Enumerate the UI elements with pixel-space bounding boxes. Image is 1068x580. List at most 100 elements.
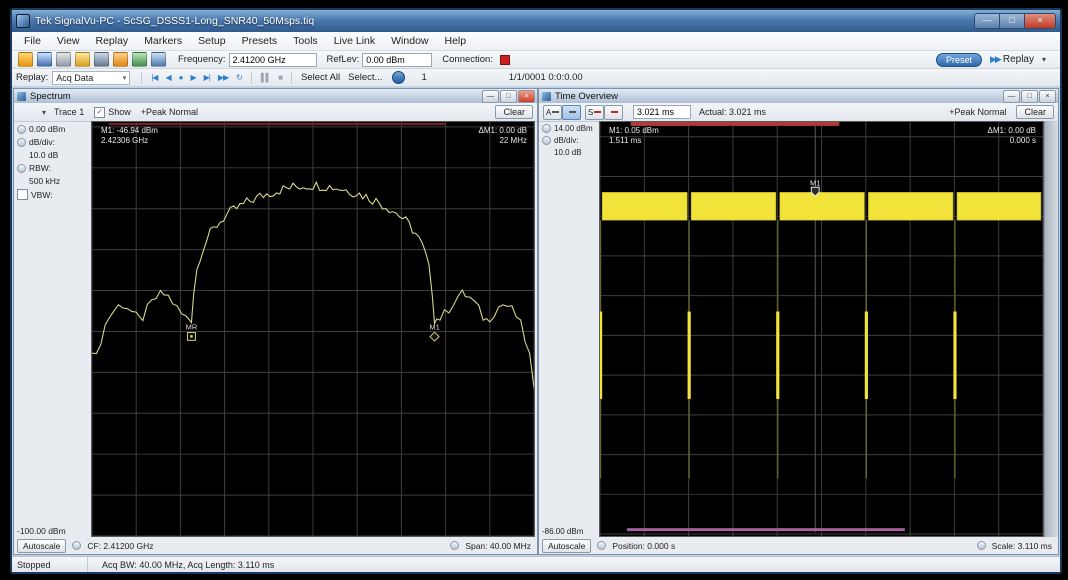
print-icon[interactable]: [56, 52, 71, 67]
replay-count: 1: [421, 72, 426, 83]
rbw-value[interactable]: 500 kHz: [29, 176, 60, 186]
db-div-spinner[interactable]: [17, 138, 26, 147]
maximize-icon[interactable]: □: [500, 90, 517, 103]
position-indicator-bar[interactable]: [627, 528, 905, 531]
close-icon[interactable]: ×: [1025, 13, 1056, 29]
select-button[interactable]: Select...: [344, 72, 386, 83]
position-spinner[interactable]: [597, 541, 606, 550]
time-scrollbar[interactable]: [1044, 121, 1058, 537]
span-value[interactable]: Span: 40.00 MHz: [465, 541, 531, 551]
time-title-bar[interactable]: Time Overview — □ ×: [539, 89, 1058, 104]
replay-timestamp: 1/1/0001 0:0:0.00: [509, 72, 583, 83]
maximize-icon[interactable]: □: [1021, 90, 1038, 103]
analysis-length-input[interactable]: [633, 105, 691, 119]
spectrum-length-button[interactable]: [604, 105, 623, 120]
screenshot-frame: Tek SignalVu-PC - ScSG_DSSS1-Long_SNR40_…: [0, 0, 1068, 580]
minimize-icon[interactable]: —: [974, 13, 1000, 29]
time-panel-icon: [542, 92, 551, 101]
ref-level-spinner[interactable]: [17, 125, 26, 134]
menu-help[interactable]: Help: [437, 33, 475, 50]
scale-spinner[interactable]: [977, 541, 986, 550]
spectrum-clear-button[interactable]: Clear: [495, 105, 533, 119]
span-spinner[interactable]: [450, 541, 459, 550]
reflev-input[interactable]: [362, 53, 432, 67]
replay-source-select[interactable]: Acq Data ▾: [52, 71, 130, 85]
analysis-time-button[interactable]: A: [543, 105, 562, 120]
time-autoscale-button[interactable]: Autoscale: [542, 539, 591, 553]
vbw-checkbox[interactable]: [17, 189, 28, 200]
transport-play[interactable]: ▶: [186, 73, 199, 82]
spectrum-marker-mr[interactable]: MR: [186, 323, 198, 341]
transport-step-back[interactable]: ◀: [161, 73, 174, 82]
inter-burst-dip-bright: [688, 312, 691, 399]
scale-value[interactable]: Scale: 3.110 ms: [992, 541, 1052, 551]
spectrum-autoscale-button[interactable]: Autoscale: [17, 539, 66, 553]
info-icon[interactable]: [392, 71, 405, 84]
transport-go-to-end[interactable]: ▶|: [200, 73, 214, 82]
menu-setup[interactable]: Setup: [190, 33, 233, 50]
title-bar[interactable]: Tek SignalVu-PC - ScSG_DSSS1-Long_SNR40_…: [12, 10, 1060, 32]
preset-button[interactable]: Preset: [936, 53, 982, 67]
replay-launch-label: Replay: [1003, 54, 1034, 65]
time-db-div-value[interactable]: 10.0 dB: [554, 148, 582, 157]
minimize-icon[interactable]: —: [482, 90, 499, 103]
rbw-spinner[interactable]: [17, 164, 26, 173]
show-checkbox[interactable]: ✓: [94, 107, 105, 118]
acquire-icon[interactable]: [132, 52, 147, 67]
save-icon[interactable]: [37, 52, 52, 67]
chevron-down-icon[interactable]: ▾: [42, 108, 46, 117]
replay-menu-arrow-icon[interactable]: ▾: [1042, 55, 1046, 64]
close-icon[interactable]: ×: [1039, 90, 1056, 103]
inter-burst-dip-bright: [776, 312, 779, 399]
transport-pause[interactable]: ▌▌: [257, 73, 274, 82]
favorites-icon[interactable]: [113, 52, 128, 67]
transport-stop[interactable]: ■: [274, 73, 286, 82]
select-all-button[interactable]: Select All: [297, 72, 344, 83]
db-div-value[interactable]: 10.0 dB: [29, 150, 58, 160]
acquisition-info: Acq BW: 40.00 MHz, Acq Length: 3.110 ms: [88, 560, 274, 570]
transport-record[interactable]: ●: [175, 73, 187, 82]
cf-spinner[interactable]: [72, 541, 81, 550]
time-plot[interactable]: M1 M1: 0.05 dBm 1.511 ms ΔM1: 0.00 dB 0.…: [599, 121, 1044, 537]
spectrum-time-button[interactable]: S: [585, 105, 604, 120]
ref-level-value[interactable]: 0.00 dBm: [29, 124, 65, 134]
spectrum-title-bar[interactable]: Spectrum — □ ×: [14, 89, 537, 104]
trace-selector[interactable]: Trace 1: [54, 107, 84, 117]
time-ref-level-value[interactable]: 14.00 dBm: [554, 124, 593, 133]
spectrum-plot[interactable]: MRM1 M1: -46.94 dBm 2.42306 GHz ΔM1: 0.0…: [91, 121, 535, 537]
time-db-div-spinner[interactable]: [542, 136, 551, 145]
settings-icon[interactable]: [94, 52, 109, 67]
analysis-time-bar[interactable]: [631, 122, 840, 126]
position-value[interactable]: Position: 0.000 s: [612, 541, 675, 551]
transport-fast-forward[interactable]: ▶▶: [214, 73, 232, 82]
displays-icon[interactable]: [151, 52, 166, 67]
recall-icon[interactable]: [75, 52, 90, 67]
maximize-icon[interactable]: □: [1000, 13, 1025, 29]
menu-markers[interactable]: Markers: [136, 33, 190, 50]
time-clear-button[interactable]: Clear: [1016, 105, 1054, 119]
signal-burst: [868, 192, 953, 220]
menu-replay[interactable]: Replay: [88, 33, 137, 50]
bottom-level-value: -100.00 dBm: [17, 526, 66, 536]
center-frequency-value[interactable]: CF: 2.41200 GHz: [87, 541, 153, 551]
close-icon[interactable]: ×: [518, 90, 535, 103]
time-ref-level-spinner[interactable]: [542, 124, 551, 133]
replay-toolbar: Replay: Acq Data ▾ |◀ ◀ ● ▶ ▶| ▶▶ ↻ ▌▌ ■…: [12, 69, 1060, 87]
spectrum-chart[interactable]: MRM1: [92, 122, 534, 536]
time-overview-panel: Time Overview — □ × A: [538, 88, 1059, 555]
spectrum-bottom-bar: Autoscale CF: 2.41200 GHz Span: 40.00 MH…: [14, 537, 537, 554]
transport-go-to-start[interactable]: |◀: [147, 73, 161, 82]
open-file-icon[interactable]: [18, 52, 33, 67]
frequency-input[interactable]: [229, 53, 317, 67]
menu-live-link[interactable]: Live Link: [326, 33, 383, 50]
menu-presets[interactable]: Presets: [234, 33, 286, 50]
menu-window[interactable]: Window: [383, 33, 436, 50]
transport-loop[interactable]: ↻: [232, 73, 246, 82]
menu-view[interactable]: View: [49, 33, 88, 50]
menu-file[interactable]: File: [16, 33, 49, 50]
minimize-icon[interactable]: —: [1003, 90, 1020, 103]
replay-launch-button[interactable]: ▶▶ Replay ▾: [990, 54, 1046, 65]
menu-tools[interactable]: Tools: [285, 33, 326, 50]
time-chart[interactable]: M1: [600, 122, 1043, 536]
analysis-length-button[interactable]: [562, 105, 581, 120]
